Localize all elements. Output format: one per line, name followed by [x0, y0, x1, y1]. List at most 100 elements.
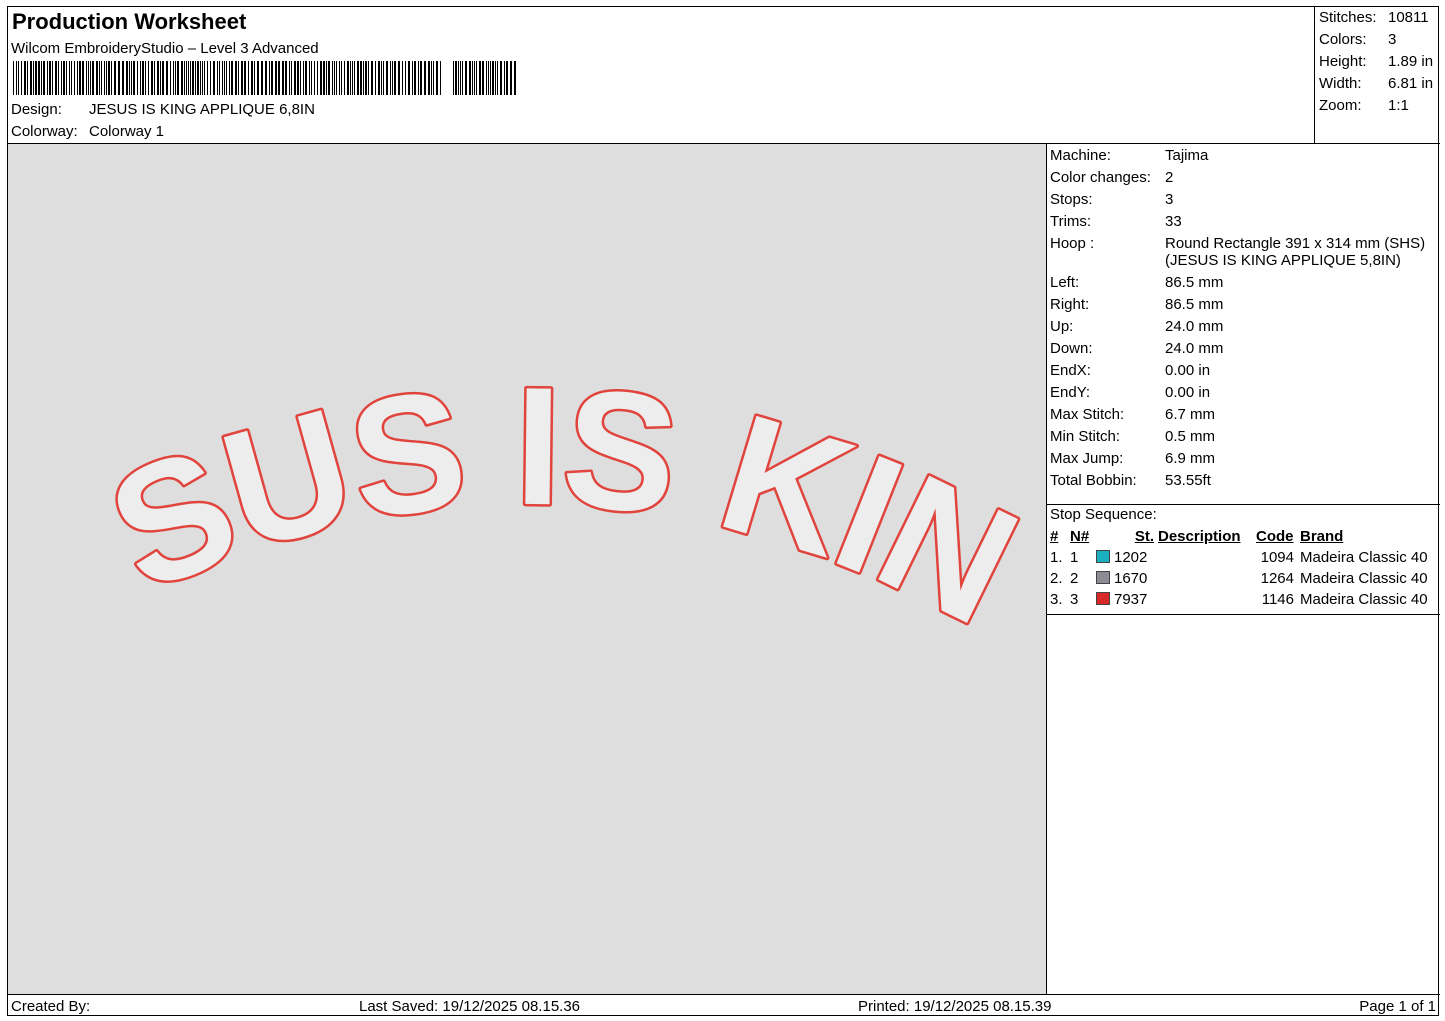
info-row: Down: 24.0 mm — [1047, 338, 1440, 360]
col-stitches: St. — [1134, 528, 1154, 545]
design-label: Design: — [11, 101, 62, 118]
info-label: Left: — [1050, 274, 1080, 291]
last-saved: Last Saved: 19/12/2025 08.15.36 — [359, 998, 581, 1015]
info-label: Total Bobbin: — [1050, 472, 1137, 489]
stop-number: 1. — [1050, 549, 1063, 566]
stitch-summary: Stitches: 10811 Colors: 3 Height: 1.89 in W… — [1314, 7, 1440, 144]
colorway-label: Colorway: — [11, 123, 78, 140]
col-code: Code — [1256, 528, 1294, 545]
stop-header-row: # N# St. Description Code Brand — [1050, 526, 1428, 547]
info-row: Max Jump: 6.9 mm — [1047, 448, 1440, 470]
design-row: Design: JESUS IS KING APPLIQUE 6,8IN — [11, 101, 315, 118]
design-name: JESUS IS KING APPLIQUE 6,8IN — [89, 101, 315, 118]
summary-label: Width: — [1319, 75, 1362, 92]
colorway-row: Colorway: Colorway 1 — [11, 123, 164, 140]
info-row: Hoop : Round Rectangle 391 x 314 mm (SHS)… — [1047, 233, 1440, 272]
info-value: 86.5 mm — [1165, 296, 1224, 313]
info-label: Stops: — [1050, 191, 1093, 208]
info-value: 86.5 mm — [1165, 274, 1224, 291]
stitch-count-value: 7937 — [1114, 591, 1148, 608]
thread-code: 1264 — [1260, 570, 1294, 587]
info-value: 6.9 mm — [1165, 450, 1216, 467]
stitch-count: 1670 — [1096, 568, 1158, 589]
info-label: Up: — [1050, 318, 1074, 335]
stitch-count: 1202 — [1096, 547, 1158, 568]
info-label: Max Jump: — [1050, 450, 1124, 467]
info-row: Color changes: 2 — [1047, 167, 1440, 189]
stop-row: 1. 1 1202 1094 Madeira Classic 40 — [1050, 547, 1428, 568]
summary-value: 6.81 in — [1388, 75, 1434, 92]
thread-code: 1094 — [1260, 549, 1294, 566]
thread-brand: Madeira Classic 40 — [1300, 591, 1428, 608]
info-label: Color changes: — [1050, 169, 1151, 186]
info-value: 3 — [1165, 191, 1174, 208]
summary-row: Zoom: 1:1 — [1315, 96, 1440, 118]
thread-color-swatch — [1096, 571, 1110, 584]
info-row: Up: 24.0 mm — [1047, 316, 1440, 338]
embroidery-design: JESUS IS KING — [8, 144, 1047, 662]
summary-value: 1:1 — [1388, 97, 1409, 114]
info-label: EndY: — [1050, 384, 1091, 401]
summary-row: Width: 6.81 in — [1315, 74, 1440, 96]
page-number: Page 1 of 1 — [1359, 998, 1436, 1015]
stop-number: 3. — [1050, 591, 1063, 608]
worksheet-title: Production Worksheet — [12, 9, 247, 34]
info-label: EndX: — [1050, 362, 1091, 379]
info-label: Right: — [1050, 296, 1090, 313]
summary-row: Stitches: 10811 — [1315, 8, 1440, 30]
info-value: Tajima — [1165, 147, 1209, 164]
info-row: Max Stitch: 6.7 mm — [1047, 404, 1440, 426]
info-label: Machine: — [1050, 147, 1111, 164]
info-row: Left: 86.5 mm — [1047, 272, 1440, 294]
col-num: # — [1050, 528, 1059, 545]
info-value: 24.0 mm — [1165, 340, 1224, 357]
info-row: EndY: 0.00 in — [1047, 382, 1440, 404]
info-label: Min Stitch: — [1050, 428, 1121, 445]
design-text: JESUS IS KING — [8, 144, 1042, 659]
stitch-count-value: 1670 — [1114, 570, 1148, 587]
needle-number: 1 — [1070, 549, 1079, 566]
summary-value: 10811 — [1388, 9, 1429, 26]
col-description: Description — [1158, 528, 1241, 545]
stop-sequence-caption: Stop Sequence: — [1050, 506, 1157, 523]
colorway-name: Colorway 1 — [89, 123, 165, 140]
stop-row: 3. 3 7937 1146 Madeira Classic 40 — [1050, 589, 1428, 610]
col-brand: Brand — [1300, 528, 1344, 545]
worksheet-footer: Created By: Last Saved: 19/12/2025 08.15… — [8, 994, 1440, 1017]
col-needle: N# — [1070, 528, 1090, 545]
summary-value: 3 — [1388, 31, 1397, 48]
software-name: Wilcom EmbroideryStudio – Level 3 Advanc… — [11, 40, 319, 57]
info-label: Trims: — [1050, 213, 1092, 230]
info-row: Trims: 33 — [1047, 211, 1440, 233]
info-label: Max Stitch: — [1050, 406, 1125, 423]
info-value: 6.7 mm — [1165, 406, 1216, 423]
thread-description — [1158, 568, 1256, 589]
machine-info: Machine: Tajima Color changes: 2 Stops: 3 Trim… — [1047, 144, 1440, 505]
info-value: 2 — [1165, 169, 1174, 186]
info-label: Down: — [1050, 340, 1093, 357]
summary-label: Zoom: — [1319, 97, 1362, 114]
info-row: Stops: 3 — [1047, 189, 1440, 211]
info-row: Total Bobbin: 53.55ft — [1047, 470, 1440, 492]
info-value: 24.0 mm — [1165, 318, 1224, 335]
design-text-path: JESUS IS KING — [8, 144, 1047, 662]
stitch-count: 7937 — [1096, 589, 1158, 610]
info-value: 0.5 mm — [1165, 428, 1216, 445]
info-value: 0.00 in — [1165, 384, 1211, 401]
info-value: 0.00 in — [1165, 362, 1211, 379]
summary-value: 1.89 in — [1388, 53, 1434, 70]
thread-description — [1158, 547, 1256, 568]
summary-row: Colors: 3 — [1315, 30, 1440, 52]
thread-color-swatch — [1096, 592, 1110, 605]
barcode — [13, 61, 516, 95]
info-row: Machine: Tajima — [1047, 145, 1440, 167]
needle-number: 2 — [1070, 570, 1079, 587]
created-by: Created By: — [11, 998, 91, 1015]
thread-brand: Madeira Classic 40 — [1300, 549, 1428, 566]
info-label: Hoop : — [1050, 235, 1095, 252]
design-preview: JESUS IS KING — [8, 144, 1047, 994]
thread-description — [1158, 589, 1256, 610]
thread-code: 1146 — [1261, 591, 1294, 608]
stop-sequence: Stop Sequence: # N# St. Description Code… — [1047, 505, 1440, 615]
thread-brand: Madeira Classic 40 — [1300, 570, 1428, 587]
